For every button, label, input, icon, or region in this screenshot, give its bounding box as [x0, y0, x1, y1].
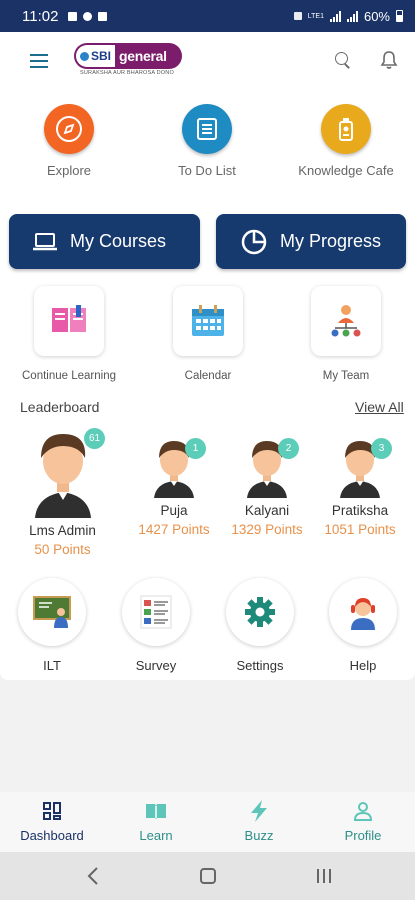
my-progress-button[interactable]: My Progress: [216, 214, 406, 269]
nav-dashboard[interactable]: Dashboard: [2, 800, 102, 843]
module-help[interactable]: Help: [313, 578, 413, 673]
module-label: Help: [349, 658, 377, 673]
leaderboard-entry[interactable]: 1 Puja 1427 Points: [131, 436, 217, 537]
leaderboard-title: Leaderboard: [20, 399, 100, 415]
quick-link-explore[interactable]: Explore: [9, 104, 129, 178]
signal-icon: [329, 10, 341, 22]
tile-label: Continue Learning: [22, 370, 116, 382]
cafe-icon: [321, 104, 371, 154]
my-courses-label: My Courses: [70, 231, 167, 251]
lightning-icon: [209, 800, 309, 822]
player-name: Pratiksha: [331, 503, 389, 518]
hamburger-menu-icon[interactable]: [30, 54, 48, 72]
nav-label: Learn: [139, 828, 173, 843]
battery-icon: [396, 10, 403, 22]
player-name: Lms Admin: [29, 523, 96, 538]
network-label: LTE1: [307, 12, 324, 20]
tile-label: My Team: [322, 370, 370, 382]
module-label: Survey: [135, 658, 177, 673]
notification-icon: [68, 11, 78, 21]
tile-label: Calendar: [184, 370, 232, 382]
status-right: LTE1 60%: [293, 8, 403, 24]
recent-apps-icon[interactable]: [315, 866, 333, 891]
leaderboard-entry[interactable]: 61 Lms Admin 50 Points: [15, 426, 110, 557]
dashboard-content: Explore To Do List Knowledge Cafe My Cou…: [0, 90, 415, 680]
player-points: 50 Points: [34, 542, 91, 557]
profile-icon: [313, 800, 413, 822]
laptop-icon: [33, 232, 57, 250]
nav-profile[interactable]: Profile: [313, 800, 413, 843]
bottom-navigation: Dashboard Learn Buzz Profile: [0, 792, 415, 852]
book-icon: [34, 286, 104, 356]
gear-icon: [226, 578, 294, 646]
leaderboard-entry[interactable]: 2 Kalyani 1329 Points: [224, 436, 310, 537]
tile-continue-learning[interactable]: Continue Learning: [4, 286, 134, 382]
battery-percent: 60%: [363, 8, 390, 24]
nav-label: Buzz: [244, 828, 274, 843]
pie-chart-icon: [241, 229, 267, 254]
compass-icon: [44, 104, 94, 154]
player-points: 1051 Points: [324, 522, 396, 537]
view-all-link[interactable]: View All: [355, 399, 404, 415]
tile-my-team[interactable]: My Team: [281, 286, 411, 382]
home-icon[interactable]: [199, 866, 217, 891]
player-name: Kalyani: [244, 503, 290, 518]
my-courses-button[interactable]: My Courses: [9, 214, 200, 269]
rank-badge: 3: [371, 438, 392, 459]
module-label: ILT: [43, 658, 61, 673]
dashboard-icon: [2, 800, 102, 822]
module-settings[interactable]: Settings: [210, 578, 310, 673]
signal-icon: [346, 10, 358, 22]
module-survey[interactable]: Survey: [106, 578, 206, 673]
nav-label: Profile: [344, 828, 382, 843]
quick-link-label: Explore: [46, 163, 92, 178]
search-icon[interactable]: [335, 52, 351, 68]
support-icon: [329, 578, 397, 646]
bell-icon[interactable]: [380, 50, 398, 70]
notification-icons: [68, 11, 108, 21]
brand-name: general: [119, 48, 167, 64]
quick-link-label: To Do List: [178, 163, 236, 178]
tile-calendar[interactable]: Calendar: [143, 286, 273, 382]
notification-icon: [98, 11, 108, 21]
calendar-icon: [173, 286, 243, 356]
notification-icon: [83, 11, 93, 21]
quick-link-label: Knowledge Cafe: [298, 163, 394, 178]
brand-tagline: SURAKSHA AUR BHAROSA DONO: [80, 70, 174, 76]
nav-buzz[interactable]: Buzz: [209, 800, 309, 843]
quick-link-todo[interactable]: To Do List: [147, 104, 267, 178]
rank-badge: 61: [84, 428, 105, 449]
team-icon: [311, 286, 381, 356]
module-ilt[interactable]: ILT: [2, 578, 102, 673]
system-navigation-bar: [0, 852, 415, 900]
rank-badge: 2: [278, 438, 299, 459]
player-points: 1427 Points: [138, 522, 210, 537]
quick-link-knowledge-cafe[interactable]: Knowledge Cafe: [286, 104, 406, 178]
module-label: Settings: [236, 658, 284, 673]
alarm-icon: [293, 12, 302, 20]
brand-logo: SBI general: [74, 43, 182, 69]
status-bar: 11:02 LTE1 60%: [0, 0, 415, 32]
nav-label: Dashboard: [20, 828, 84, 843]
my-progress-label: My Progress: [280, 231, 382, 251]
app-bar: SBI general SURAKSHA AUR BHAROSA DONO: [0, 32, 415, 90]
leaderboard-entry[interactable]: 3 Pratiksha 1051 Points: [317, 436, 403, 537]
rank-badge: 1: [185, 438, 206, 459]
player-points: 1329 Points: [231, 522, 303, 537]
survey-icon: [122, 578, 190, 646]
back-icon[interactable]: [86, 866, 100, 891]
classroom-icon: [18, 578, 86, 646]
status-time: 11:02: [22, 7, 59, 25]
player-name: Puja: [160, 503, 188, 518]
list-icon: [182, 104, 232, 154]
learn-icon: [106, 800, 206, 822]
nav-learn[interactable]: Learn: [106, 800, 206, 843]
